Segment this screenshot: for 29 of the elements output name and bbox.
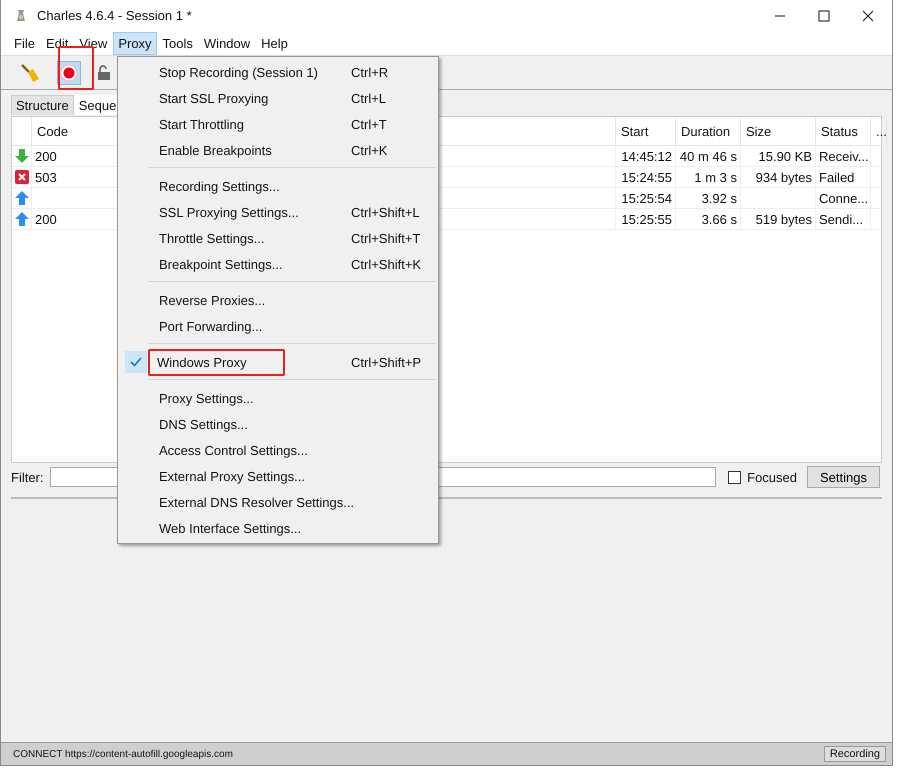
table-cell: 15:25:55	[621, 212, 672, 226]
table-cell: Sendi...	[819, 212, 864, 226]
table-cell: 3.92 s	[702, 190, 737, 206]
shortcut-text: Ctrl+L	[351, 90, 386, 106]
shortcut-text: Ctrl+Shift+P	[351, 354, 422, 370]
table-cell: 200	[35, 212, 57, 226]
table-cell: 14:45:12	[621, 148, 672, 164]
shortcut-text: Ctrl+R	[351, 64, 388, 80]
shortcut-text: Ctrl+Shift+L	[351, 204, 420, 220]
table-cell: 519 bytes	[756, 212, 812, 226]
window-title: Charles 4.6.4 - Session 1 *	[37, 8, 192, 23]
table-cell: 15:24:55	[621, 170, 672, 184]
table-cell: Conne...	[819, 190, 868, 206]
table-cell: Failed	[819, 170, 854, 184]
table-cell: 15.90 KB	[758, 148, 812, 164]
shortcut-text: Ctrl+T	[351, 116, 387, 132]
filter-label: Filter:	[11, 470, 44, 484]
table-cell: 15:25:54	[621, 190, 672, 206]
table-cell: 40 m 46 s	[680, 148, 737, 164]
table-cell: 3.66 s	[702, 212, 737, 226]
table-cell: 503	[35, 170, 57, 184]
shortcut-text: Ctrl+Shift+T	[351, 230, 420, 246]
shortcut-text: Ctrl+Shift+K	[351, 256, 422, 272]
table-cell: 200	[35, 148, 57, 164]
table-cell: 1 m 3 s	[694, 170, 737, 184]
shortcut-text: Ctrl+K	[351, 142, 388, 158]
table-cell: 934 bytes	[756, 170, 812, 184]
table-cell: Receiv...	[819, 148, 869, 164]
status-text: CONNECT https://content-autofill.googleapis.com	[13, 748, 233, 760]
